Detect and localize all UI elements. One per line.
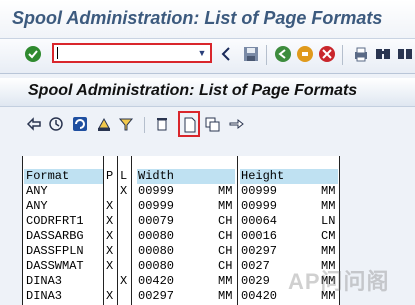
height-unit-cell: MM: [321, 184, 336, 198]
format-cell: DINA3: [26, 274, 63, 288]
back-icon[interactable]: [274, 45, 292, 63]
window-titlebar: Spool Administration: List of Page Forma…: [0, 0, 415, 39]
table-row[interactable]: ANY X 00999 MM 00999 MM: [22, 199, 340, 214]
column-header-l: L: [120, 169, 128, 183]
format-cell: DINA3: [26, 289, 63, 303]
delete-icon[interactable]: [154, 116, 170, 132]
width-unit-cell: MM: [218, 184, 233, 198]
window-title: Spool Administration: List of Page Forma…: [12, 8, 383, 28]
filter-icon[interactable]: [118, 116, 134, 132]
format-cell: CODRFRT1: [26, 214, 84, 228]
column-header-height: Height: [241, 169, 285, 183]
screen-titlebar: Spool Administration: List of Page Forma…: [0, 78, 415, 107]
transport-icon[interactable]: [228, 116, 244, 132]
height-cell: 00420: [241, 289, 278, 303]
p-cell: X: [106, 229, 114, 243]
cancel-icon[interactable]: [318, 45, 336, 63]
table-row[interactable]: DASSARBG X 00080 CH 00016 CM: [22, 229, 340, 244]
toolbar-separator: [342, 45, 343, 65]
p-cell: X: [106, 214, 114, 228]
width-unit-cell: CH: [218, 244, 233, 258]
format-cell: ANY: [26, 184, 48, 198]
height-cell: 00064: [241, 214, 278, 228]
width-cell: 00999: [138, 199, 175, 213]
width-cell: 00297: [138, 289, 175, 303]
height-unit-cell: MM: [321, 244, 336, 258]
enter-icon[interactable]: [24, 45, 42, 63]
text-caret: [57, 47, 58, 59]
command-field[interactable]: ▼: [52, 43, 212, 63]
column-header-width: Width: [138, 169, 175, 183]
width-unit-cell: CH: [218, 214, 233, 228]
width-unit-cell: MM: [218, 274, 233, 288]
format-cell: ANY: [26, 199, 48, 213]
format-cell: DASSARBG: [26, 229, 84, 243]
watermark: AP问问阁: [288, 269, 390, 294]
sort-ascending-icon[interactable]: [96, 116, 112, 132]
height-cell: 0029: [241, 274, 270, 288]
column-header-format: Format: [26, 169, 70, 183]
width-unit-cell: CH: [218, 229, 233, 243]
width-cell: 00999: [138, 184, 175, 198]
height-cell: 00297: [241, 244, 278, 258]
print-icon[interactable]: [352, 45, 370, 63]
format-cell: DASSFPLN: [26, 244, 84, 258]
l-cell: X: [120, 274, 128, 288]
table-row[interactable]: CODRFRT1 X 00079 CH 00064 LN: [22, 214, 340, 229]
p-cell: X: [106, 289, 114, 303]
copy-icon[interactable]: [204, 116, 220, 132]
height-cell: 00016: [241, 229, 278, 243]
height-unit-cell: MM: [321, 199, 336, 213]
p-cell: X: [106, 244, 114, 258]
l-cell: X: [120, 184, 128, 198]
command-dropdown-icon[interactable]: ▼: [196, 47, 208, 59]
table-row[interactable]: ANY X 00999 MM 00999 MM: [22, 184, 340, 199]
save-icon[interactable]: [242, 45, 260, 63]
width-unit-cell: MM: [218, 199, 233, 213]
exit-icon[interactable]: [296, 45, 314, 63]
height-cell: 00999: [241, 184, 278, 198]
column-header-p: P: [106, 169, 114, 183]
format-cell: DASSWMAT: [26, 259, 84, 273]
height-unit-cell: CM: [321, 229, 336, 243]
display-change-icon[interactable]: [48, 116, 64, 132]
create-icon[interactable]: [183, 117, 197, 133]
width-unit-cell: MM: [218, 289, 233, 303]
table-row[interactable]: DASSFPLN X 00080 CH 00297 MM: [22, 244, 340, 259]
width-cell: 00080: [138, 244, 175, 258]
width-cell: 00079: [138, 214, 175, 228]
find-icon[interactable]: [374, 45, 392, 63]
width-cell: 00080: [138, 259, 175, 273]
toolbar-separator: [144, 117, 145, 133]
standard-toolbar: ▼: [0, 39, 415, 74]
height-cell: 00999: [241, 199, 278, 213]
width-unit-cell: CH: [218, 259, 233, 273]
collapse-left-icon[interactable]: [220, 47, 232, 61]
height-unit-cell: LN: [321, 214, 336, 228]
screen-title: Spool Administration: List of Page Forma…: [28, 82, 358, 99]
toolbar-separator: [266, 45, 267, 65]
p-cell: X: [106, 199, 114, 213]
application-toolbar: [0, 107, 415, 143]
width-cell: 00080: [138, 229, 175, 243]
refresh-icon[interactable]: [72, 116, 88, 132]
find-next-icon[interactable]: [396, 45, 414, 63]
other-object-icon[interactable]: [26, 116, 42, 132]
p-cell: X: [106, 259, 114, 273]
width-cell: 00420: [138, 274, 175, 288]
create-highlight: [178, 111, 200, 137]
height-cell: 0027: [241, 259, 270, 273]
list-header: Format P L Width Height: [22, 169, 340, 184]
